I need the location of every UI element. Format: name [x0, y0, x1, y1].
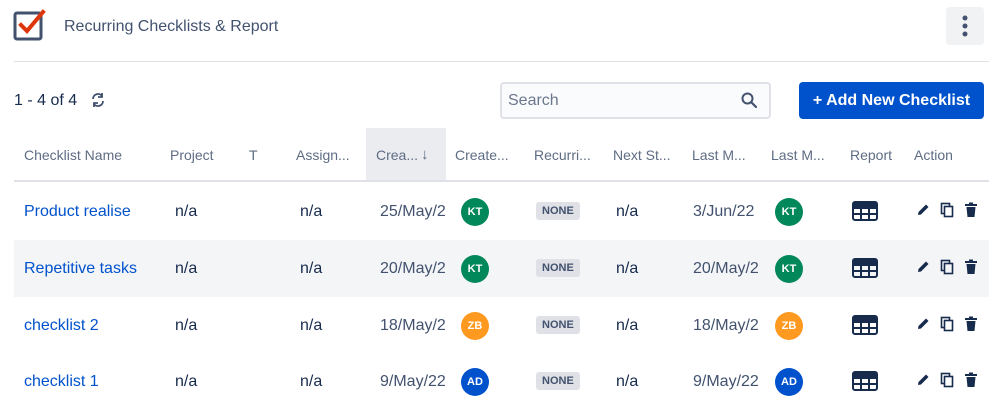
assignee-cell: n/a — [300, 260, 323, 277]
copy-icon[interactable] — [940, 316, 954, 332]
checklist-name-link[interactable]: checklist 2 — [24, 317, 99, 335]
recurring-status-badge: NONE — [536, 316, 580, 334]
delete-trash-icon[interactable] — [964, 202, 978, 218]
next-start-cell: n/a — [616, 203, 639, 220]
checklist-name-link[interactable]: Product realise — [24, 203, 131, 221]
table-header: Checklist Name Project T Assign... Crea.… — [14, 128, 989, 182]
edit-pencil-icon[interactable] — [916, 260, 930, 274]
next-start-cell: n/a — [616, 373, 639, 390]
checklist-logo-icon — [13, 9, 46, 41]
column-header-recurring[interactable]: Recurri... — [534, 128, 591, 180]
table-row: Repetitive tasks n/a n/a 20/May/2 KT NON… — [14, 240, 989, 297]
header-divider — [14, 61, 989, 62]
search-icon[interactable] — [740, 91, 758, 109]
modifier-avatar[interactable]: KT — [775, 255, 803, 283]
created-date-cell: 20/May/2 — [380, 260, 446, 277]
column-header-last-modified-by[interactable]: Last M... — [771, 128, 825, 180]
column-header-project[interactable]: Project — [170, 128, 214, 180]
assignee-cell: n/a — [300, 317, 323, 334]
project-cell: n/a — [175, 317, 198, 334]
last-modified-cell: 9/May/22 — [693, 373, 759, 390]
next-start-cell: n/a — [616, 260, 639, 277]
creator-avatar[interactable]: KT — [461, 198, 489, 226]
created-date-cell: 25/May/2 — [380, 203, 446, 220]
assignee-cell: n/a — [300, 203, 323, 220]
column-header-report[interactable]: Report — [850, 128, 892, 180]
created-date-cell: 9/May/22 — [380, 373, 446, 390]
delete-trash-icon[interactable] — [964, 372, 978, 388]
sort-arrow-down-icon: ↓ — [421, 146, 429, 163]
recurring-status-badge: NONE — [536, 372, 580, 390]
delete-trash-icon[interactable] — [964, 316, 978, 332]
recurring-status-badge: NONE — [536, 259, 580, 277]
modifier-avatar[interactable]: KT — [775, 198, 803, 226]
search-input[interactable] — [508, 88, 728, 114]
column-header-created-date-label: Crea... — [376, 147, 419, 163]
edit-pencil-icon[interactable] — [916, 203, 930, 217]
project-cell: n/a — [175, 203, 198, 220]
app-header: Recurring Checklists & Report — [0, 0, 999, 56]
pagination-count: 1 - 4 of 4 — [14, 92, 78, 109]
project-cell: n/a — [175, 260, 198, 277]
edit-pencil-icon[interactable] — [916, 317, 930, 331]
last-modified-cell: 20/May/2 — [693, 260, 759, 277]
refresh-icon[interactable] — [89, 91, 107, 109]
checklist-name-link[interactable]: Repetitive tasks — [24, 260, 137, 278]
report-table-icon[interactable] — [852, 201, 878, 221]
copy-icon[interactable] — [940, 202, 954, 218]
report-table-icon[interactable] — [852, 315, 878, 335]
more-vertical-icon — [962, 15, 968, 37]
delete-trash-icon[interactable] — [964, 259, 978, 275]
report-table-icon[interactable] — [852, 258, 878, 278]
copy-icon[interactable] — [940, 372, 954, 388]
creator-avatar[interactable]: ZB — [461, 312, 489, 340]
edit-pencil-icon[interactable] — [916, 373, 930, 387]
table-row: checklist 1 n/a n/a 9/May/22 AD NONE n/a… — [14, 354, 989, 409]
search-field[interactable] — [500, 82, 771, 119]
table-row: checklist 2 n/a n/a 18/May/2 ZB NONE n/a… — [14, 297, 989, 354]
created-date-cell: 18/May/2 — [380, 317, 446, 334]
creator-avatar[interactable]: AD — [461, 368, 489, 396]
modifier-avatar[interactable]: ZB — [775, 312, 803, 340]
more-menu-button[interactable] — [946, 7, 984, 45]
column-header-t[interactable]: T — [249, 128, 258, 180]
column-header-action: Action — [914, 147, 953, 163]
column-header-checklist-name[interactable]: Checklist Name — [24, 128, 122, 180]
assignee-cell: n/a — [300, 373, 323, 390]
recurring-status-badge: NONE — [536, 202, 580, 220]
last-modified-cell: 3/Jun/22 — [693, 203, 755, 220]
checklist-name-link[interactable]: checklist 1 — [24, 373, 99, 391]
add-new-checklist-button[interactable]: + Add New Checklist — [799, 82, 984, 119]
report-table-icon[interactable] — [852, 371, 878, 391]
project-cell: n/a — [175, 373, 198, 390]
column-header-assignee[interactable]: Assign... — [296, 128, 350, 180]
creator-avatar[interactable]: KT — [461, 255, 489, 283]
page-title: Recurring Checklists & Report — [64, 18, 279, 35]
column-header-created-date[interactable]: Crea... ↓ — [366, 128, 446, 180]
column-header-created-by[interactable]: Create... — [455, 128, 509, 180]
copy-icon[interactable] — [940, 259, 954, 275]
table-row: Product realise n/a n/a 25/May/2 KT NONE… — [14, 183, 989, 240]
last-modified-cell: 18/May/2 — [693, 317, 759, 334]
column-header-next-start[interactable]: Next St... — [613, 128, 671, 180]
modifier-avatar[interactable]: AD — [775, 368, 803, 396]
next-start-cell: n/a — [616, 317, 639, 334]
column-header-last-modified[interactable]: Last M... — [692, 128, 746, 180]
